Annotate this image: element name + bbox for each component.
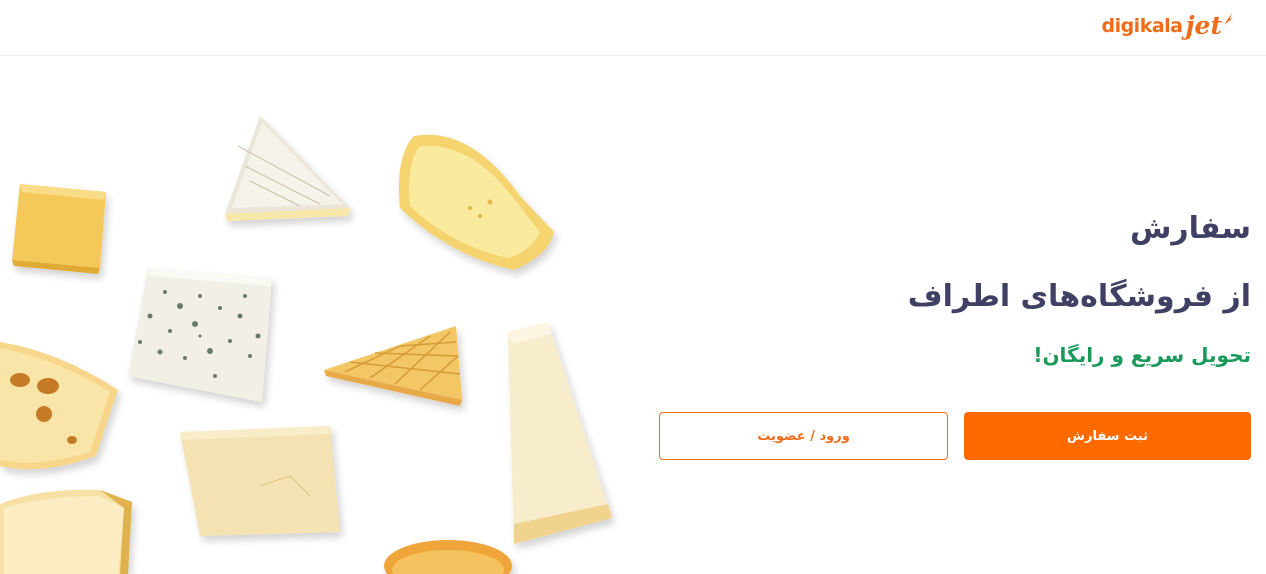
cheese-assortment-image [0, 56, 640, 574]
cheese-pale-block-piece [180, 426, 340, 536]
top-header: digikala jet [0, 0, 1266, 56]
login-register-button[interactable]: ورود / عضویت [659, 412, 948, 460]
logo-text: digikala [1101, 15, 1183, 37]
logo-suffix: jet [1185, 10, 1223, 40]
place-order-button[interactable]: ثبت سفارش [964, 412, 1251, 460]
cheese-illustration [0, 116, 612, 574]
cheese-orange-round-piece [384, 540, 512, 574]
hero-subtitle: تحویل سریع و رایگان! [1033, 343, 1251, 367]
cheese-wheel-piece [0, 489, 132, 574]
cheese-blue-piece [128, 268, 272, 402]
jet-arrow-icon [1224, 13, 1233, 25]
cheese-square-piece [12, 184, 106, 274]
hero-title-line-2: از فروشگاه‌های اطراف [907, 279, 1251, 314]
cheese-round-wedge-piece [398, 134, 554, 270]
cheese-emmental-piece [0, 342, 118, 470]
cheese-brie-piece [225, 116, 350, 221]
hero-title-line-1: سفارش [1129, 211, 1251, 246]
hero-content: سفارش از فروشگاه‌های اطراف تحویل سریع و … [651, 205, 1251, 371]
cheese-waffle-wedge-piece [324, 326, 462, 406]
digikala-jet-logo[interactable]: digikala jet [1101, 10, 1233, 42]
cheese-parmesan-piece [508, 322, 612, 544]
